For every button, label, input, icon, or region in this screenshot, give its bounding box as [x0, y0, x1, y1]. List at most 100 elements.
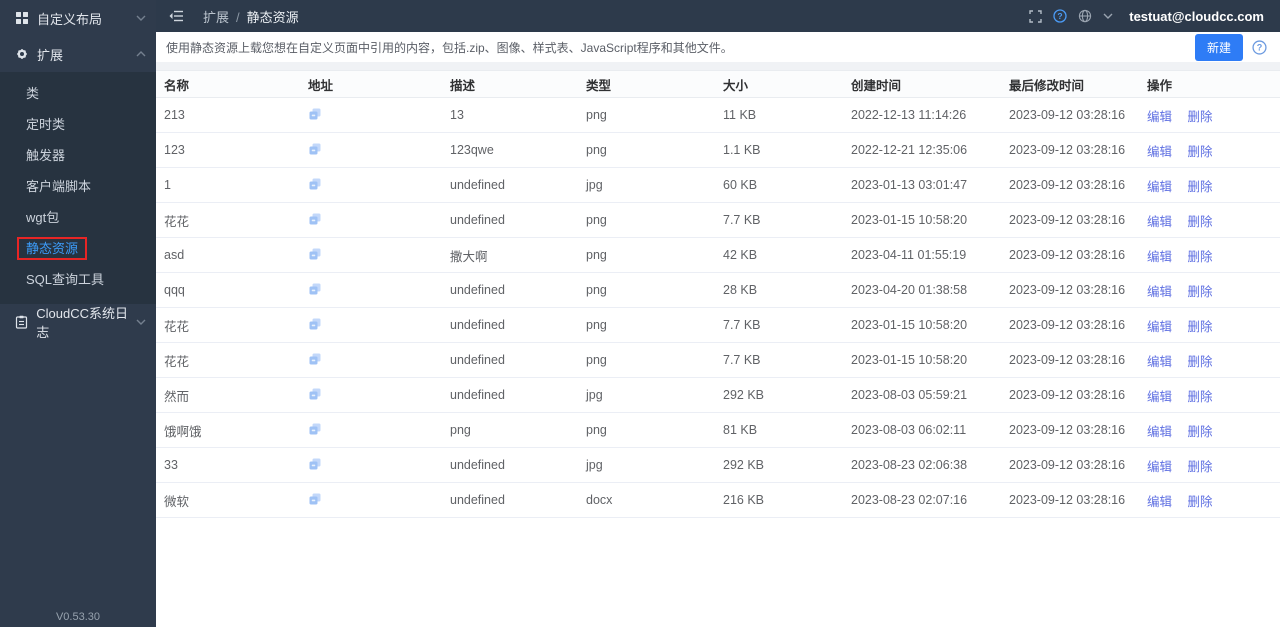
column-header-name: 名称	[164, 78, 190, 93]
edit-link[interactable]: 编辑	[1147, 110, 1172, 124]
copy-icon[interactable]	[308, 177, 322, 191]
cell-operations: 编辑 删除	[1139, 456, 1280, 475]
sidebar-item-client-scripts[interactable]: 客户端脚本	[0, 171, 156, 202]
table-row: qqq undefined png 28 KB 2023-04-20 01:38…	[156, 273, 1280, 308]
fold-icon[interactable]	[169, 10, 184, 22]
cell-name: 213	[164, 108, 185, 122]
cell-operations: 编辑 删除	[1139, 351, 1280, 370]
table-row: 1 undefined jpg 60 KB 2023-01-13 03:01:4…	[156, 168, 1280, 203]
cell-description: 13	[450, 108, 464, 122]
help-icon[interactable]: ?	[1053, 9, 1067, 23]
cell-size: 216 KB	[723, 493, 765, 507]
copy-icon[interactable]	[308, 492, 322, 506]
cell-size: 60 KB	[723, 178, 758, 192]
question-circle-icon[interactable]: ?	[1252, 39, 1267, 55]
cell-created: 2022-12-21 12:35:06	[851, 143, 968, 157]
table-row: 饿啊饿 png png 81 KB 2023-08-03 06:02:11 20…	[156, 413, 1280, 448]
table-row: 微软 undefined docx 216 KB 2023-08-23 02:0…	[156, 483, 1280, 518]
cell-type: png	[586, 283, 607, 297]
cell-size: 42 KB	[723, 248, 758, 262]
sidebar-item-cloudcc-system-log[interactable]: CloudCC系统日志	[0, 304, 156, 340]
delete-link[interactable]: 删除	[1188, 285, 1213, 299]
delete-link[interactable]: 删除	[1188, 145, 1213, 159]
new-button[interactable]: 新建	[1194, 33, 1243, 61]
cell-type: png	[586, 318, 607, 332]
fullscreen-icon[interactable]	[1029, 9, 1042, 23]
copy-icon[interactable]	[308, 282, 322, 296]
delete-link[interactable]: 删除	[1188, 250, 1213, 264]
copy-icon[interactable]	[308, 317, 322, 331]
delete-link[interactable]: 删除	[1188, 460, 1213, 474]
chevron-down-icon	[136, 319, 146, 325]
page-description: 使用静态资源上载您想在自定义页面中引用的内容，包括.zip、图像、样式表、Jav…	[166, 40, 733, 55]
copy-icon[interactable]	[308, 387, 322, 401]
cell-type: jpg	[586, 388, 603, 402]
cell-modified: 2023-09-12 03:28:16	[1009, 178, 1126, 192]
copy-icon[interactable]	[308, 107, 322, 121]
sidebar-item-label: CloudCC系统日志	[36, 306, 128, 340]
copy-icon[interactable]	[308, 212, 322, 226]
delete-link[interactable]: 删除	[1188, 180, 1213, 194]
main-content: 使用静态资源上载您想在自定义页面中引用的内容，包括.zip、图像、样式表、Jav…	[156, 32, 1280, 627]
cell-modified: 2023-09-12 03:28:16	[1009, 248, 1126, 262]
cell-description: undefined	[450, 458, 505, 472]
copy-icon[interactable]	[308, 247, 322, 261]
cell-operations: 编辑 删除	[1139, 421, 1280, 440]
cell-size: 1.1 KB	[723, 143, 761, 157]
sidebar-item-wgt-package[interactable]: wgt包	[0, 202, 156, 233]
cell-operations: 编辑 删除	[1139, 491, 1280, 510]
breadcrumb-parent[interactable]: 扩展	[203, 10, 229, 25]
edit-link[interactable]: 编辑	[1147, 320, 1172, 334]
edit-link[interactable]: 编辑	[1147, 285, 1172, 299]
app-version: V0.53.30	[55, 611, 101, 623]
cell-address	[300, 387, 442, 404]
copy-icon[interactable]	[308, 422, 322, 436]
edit-link[interactable]: 编辑	[1147, 460, 1172, 474]
cell-name: asd	[164, 248, 185, 262]
edit-link[interactable]: 编辑	[1147, 425, 1172, 439]
cell-description: undefined	[450, 213, 505, 227]
cell-operations: 编辑 删除	[1139, 106, 1280, 125]
edit-link[interactable]: 编辑	[1147, 180, 1172, 194]
cell-created: 2023-08-03 06:02:11	[851, 423, 967, 437]
edit-link[interactable]: 编辑	[1147, 145, 1172, 159]
cell-type: png	[586, 248, 607, 262]
sidebar-item-static-resources[interactable]: 静态资源	[0, 233, 156, 264]
copy-icon[interactable]	[308, 457, 322, 471]
globe-icon[interactable]	[1078, 9, 1092, 23]
sidebar-item-classes[interactable]: 类	[0, 78, 156, 109]
cell-size: 7.7 KB	[723, 353, 761, 367]
edit-link[interactable]: 编辑	[1147, 250, 1172, 264]
cell-type: docx	[586, 493, 613, 507]
table-row: 花花 undefined png 7.7 KB 2023-01-15 10:58…	[156, 203, 1280, 238]
edit-link[interactable]: 编辑	[1147, 215, 1172, 229]
sidebar-item-scheduled-classes[interactable]: 定时类	[0, 109, 156, 140]
delete-link[interactable]: 删除	[1188, 425, 1213, 439]
edit-link[interactable]: 编辑	[1147, 495, 1172, 509]
delete-link[interactable]: 删除	[1188, 110, 1213, 124]
delete-link[interactable]: 删除	[1188, 320, 1213, 334]
edit-link[interactable]: 编辑	[1147, 355, 1172, 369]
table-row: 花花 undefined png 7.7 KB 2023-01-15 10:58…	[156, 308, 1280, 343]
sidebar-item-extensions[interactable]: 扩展	[0, 36, 156, 72]
delete-link[interactable]: 删除	[1188, 355, 1213, 369]
cell-description: 123qwe	[450, 143, 494, 157]
sidebar-item-sql-query-tool[interactable]: SQL查询工具	[0, 264, 156, 295]
cell-name: 微软	[164, 494, 190, 509]
delete-link[interactable]: 删除	[1188, 215, 1213, 229]
cell-address	[300, 177, 442, 194]
user-email[interactable]: testuat@cloudcc.com	[1129, 9, 1264, 24]
column-header-description: 描述	[450, 78, 476, 93]
copy-icon[interactable]	[308, 352, 322, 366]
cell-modified: 2023-09-12 03:28:16	[1009, 353, 1126, 367]
chevron-down-icon[interactable]	[1103, 13, 1113, 19]
sidebar-item-triggers[interactable]: 触发器	[0, 140, 156, 171]
copy-icon[interactable]	[308, 142, 322, 156]
edit-link[interactable]: 编辑	[1147, 390, 1172, 404]
cell-name: 花花	[164, 319, 190, 334]
column-header-created: 创建时间	[851, 78, 902, 93]
delete-link[interactable]: 删除	[1188, 390, 1213, 404]
sidebar-item-custom-layout[interactable]: 自定义布局	[0, 0, 156, 36]
cell-type: png	[586, 108, 607, 122]
delete-link[interactable]: 删除	[1188, 495, 1213, 509]
